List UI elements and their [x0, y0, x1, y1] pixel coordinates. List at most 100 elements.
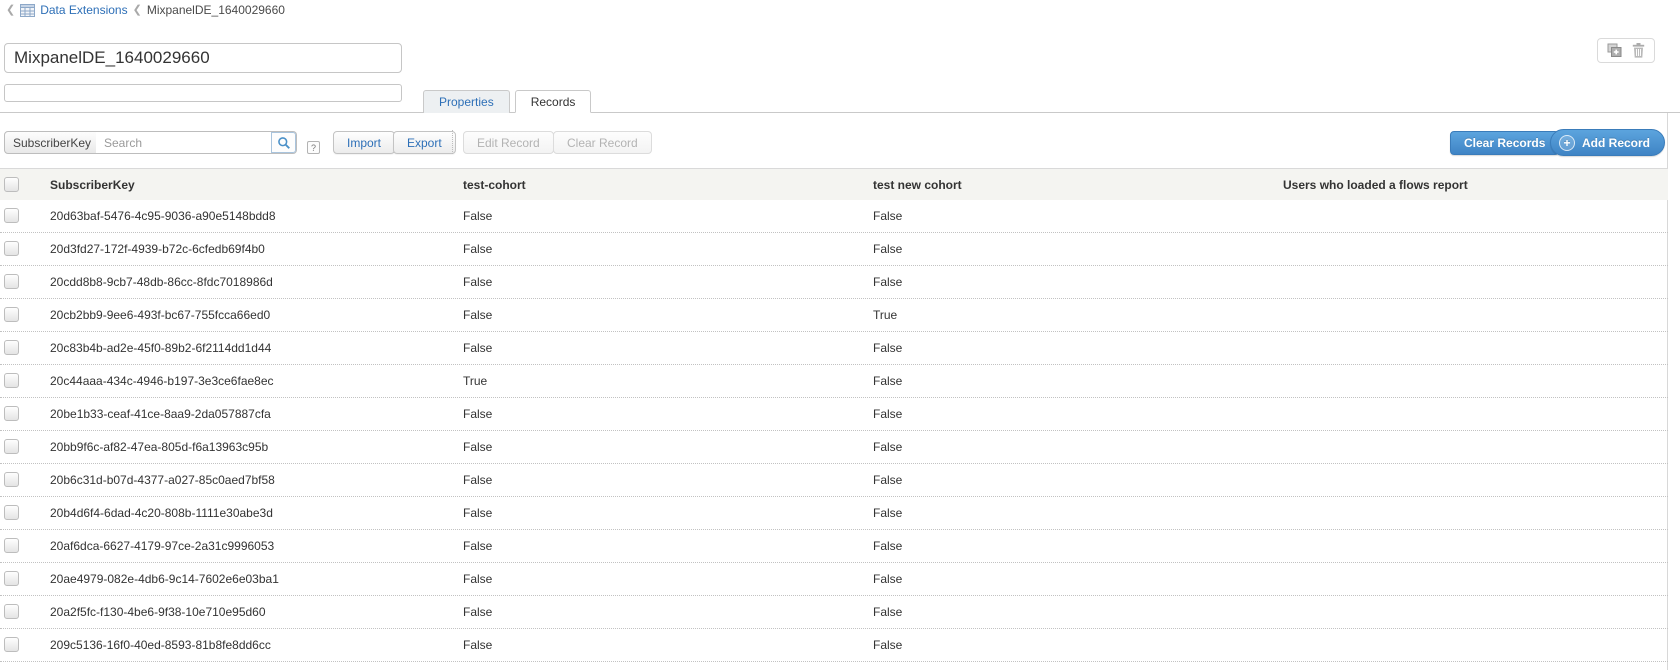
- table-row[interactable]: 20c83b4b-ad2e-45f0-89b2-6f2114dd1d44 Fal…: [0, 332, 1668, 365]
- row-flows-report: [1283, 365, 1668, 397]
- row-checkbox-cell: [0, 200, 46, 232]
- plus-icon: +: [1559, 135, 1575, 151]
- breadcrumb-link-data-extensions[interactable]: Data Extensions: [40, 3, 127, 17]
- copy-icon[interactable]: [1607, 43, 1623, 58]
- row-test-cohort: False: [463, 200, 873, 232]
- row-checkbox[interactable]: [4, 571, 19, 586]
- row-key: 20cb2bb9-9ee6-493f-bc67-755fcca66ed0: [46, 299, 463, 331]
- records-table: SubscriberKey test-cohort test new cohor…: [0, 168, 1668, 662]
- breadcrumb-current: MixpanelDE_1640029660: [147, 3, 285, 17]
- help-icon[interactable]: ?: [307, 141, 320, 154]
- table-row[interactable]: 20b4d6f4-6dad-4c20-808b-1111e30abe3d Fal…: [0, 497, 1668, 530]
- row-test-new-cohort: True: [873, 299, 1283, 331]
- tabbar: Properties Records: [0, 90, 1680, 113]
- row-test-cohort: False: [463, 233, 873, 265]
- table-row[interactable]: 20cdd8b8-9cb7-48db-86cc-8fdc7018986d Fal…: [0, 266, 1668, 299]
- row-test-cohort: False: [463, 431, 873, 463]
- row-flows-report: [1283, 497, 1668, 529]
- row-test-cohort: False: [463, 398, 873, 430]
- toolbar-divider: [452, 130, 453, 154]
- table-row[interactable]: 20af6dca-6627-4179-97ce-2a31c9996053 Fal…: [0, 530, 1668, 563]
- breadcrumb: ❮ Data Extensions ❮ MixpanelDE_164002966…: [6, 2, 285, 18]
- table-row[interactable]: 20b6c31d-b07d-4377-a027-85c0aed7bf58 Fal…: [0, 464, 1668, 497]
- row-checkbox-cell: [0, 464, 46, 496]
- breadcrumb-separator-icon: ❮: [133, 3, 142, 17]
- add-record-label: Add Record: [1582, 136, 1650, 150]
- row-checkbox[interactable]: [4, 208, 19, 223]
- row-test-cohort: False: [463, 596, 873, 628]
- table-row[interactable]: 20cb2bb9-9ee6-493f-bc67-755fcca66ed0 Fal…: [0, 299, 1668, 332]
- row-key: 209c5136-16f0-40ed-8593-81b8fe8dd6cc: [46, 629, 463, 661]
- row-checkbox-cell: [0, 596, 46, 628]
- row-test-new-cohort: False: [873, 563, 1283, 595]
- row-checkbox[interactable]: [4, 604, 19, 619]
- row-checkbox[interactable]: [4, 637, 19, 652]
- row-flows-report: [1283, 596, 1668, 628]
- row-checkbox-cell: [0, 233, 46, 265]
- table-row[interactable]: 209c5136-16f0-40ed-8593-81b8fe8dd6cc Fal…: [0, 629, 1668, 662]
- data-extension-grid-icon: [20, 4, 35, 17]
- edit-record-button[interactable]: Edit Record: [463, 131, 554, 154]
- row-flows-report: [1283, 299, 1668, 331]
- table-row[interactable]: 20d63baf-5476-4c95-9036-a90e5148bdd8 Fal…: [0, 200, 1668, 233]
- records-panel: SubscriberKey ? Import Export Edit Recor…: [0, 113, 1668, 670]
- row-test-cohort: False: [463, 629, 873, 661]
- row-key: 20c83b4b-ad2e-45f0-89b2-6f2114dd1d44: [46, 332, 463, 364]
- row-checkbox-cell: [0, 530, 46, 562]
- row-key: 20ae4979-082e-4db6-9c14-7602e6e03ba1: [46, 563, 463, 595]
- table-row[interactable]: 20bb9f6c-af82-47ea-805d-f6a13963c95b Fal…: [0, 431, 1668, 464]
- table-row[interactable]: 20ae4979-082e-4db6-9c14-7602e6e03ba1 Fal…: [0, 563, 1668, 596]
- row-key: 20b4d6f4-6dad-4c20-808b-1111e30abe3d: [46, 497, 463, 529]
- row-checkbox[interactable]: [4, 373, 19, 388]
- column-header-test-cohort: test-cohort: [463, 169, 873, 200]
- row-checkbox-cell: [0, 563, 46, 595]
- row-test-cohort: False: [463, 464, 873, 496]
- row-flows-report: [1283, 266, 1668, 298]
- row-flows-report: [1283, 530, 1668, 562]
- row-checkbox[interactable]: [4, 472, 19, 487]
- column-header-test-new-cohort: test new cohort: [873, 169, 1283, 200]
- trash-icon[interactable]: [1632, 43, 1645, 58]
- row-key: 20bb9f6c-af82-47ea-805d-f6a13963c95b: [46, 431, 463, 463]
- row-checkbox[interactable]: [4, 538, 19, 553]
- search-button[interactable]: [271, 132, 296, 153]
- clear-record-button[interactable]: Clear Record: [553, 131, 652, 154]
- row-test-cohort: False: [463, 563, 873, 595]
- table-row[interactable]: 20c44aaa-434c-4946-b197-3e3ce6fae8ec Tru…: [0, 365, 1668, 398]
- clear-records-button[interactable]: Clear Records: [1450, 131, 1559, 155]
- row-checkbox[interactable]: [4, 439, 19, 454]
- table-row[interactable]: 20be1b33-ceaf-41ce-8aa9-2da057887cfa Fal…: [0, 398, 1668, 431]
- row-test-new-cohort: False: [873, 629, 1283, 661]
- table-row[interactable]: 20d3fd27-172f-4939-b72c-6cfedb69f4b0 Fal…: [0, 233, 1668, 266]
- data-extension-page: ❮ Data Extensions ❮ MixpanelDE_164002966…: [0, 0, 1680, 670]
- row-checkbox[interactable]: [4, 241, 19, 256]
- row-checkbox[interactable]: [4, 505, 19, 520]
- import-button[interactable]: Import: [333, 131, 395, 154]
- search-input[interactable]: [96, 131, 297, 154]
- tab-records[interactable]: Records: [515, 90, 592, 113]
- row-test-new-cohort: False: [873, 530, 1283, 562]
- row-checkbox[interactable]: [4, 274, 19, 289]
- row-test-new-cohort: False: [873, 497, 1283, 529]
- export-button[interactable]: Export: [393, 131, 456, 154]
- row-checkbox-cell: [0, 398, 46, 430]
- row-test-cohort: False: [463, 332, 873, 364]
- row-checkbox[interactable]: [4, 340, 19, 355]
- back-chevron-icon[interactable]: ❮: [6, 3, 15, 17]
- row-flows-report: [1283, 431, 1668, 463]
- row-checkbox[interactable]: [4, 406, 19, 421]
- add-record-button[interactable]: + Add Record: [1550, 129, 1665, 156]
- row-flows-report: [1283, 563, 1668, 595]
- tab-properties[interactable]: Properties: [423, 90, 510, 113]
- extension-name-input[interactable]: [4, 43, 402, 73]
- row-checkbox[interactable]: [4, 307, 19, 322]
- row-test-cohort: False: [463, 299, 873, 331]
- row-test-new-cohort: False: [873, 596, 1283, 628]
- row-flows-report: [1283, 200, 1668, 232]
- select-all-checkbox[interactable]: [4, 177, 19, 192]
- row-key: 20d3fd27-172f-4939-b72c-6cfedb69f4b0: [46, 233, 463, 265]
- records-table-body: 20d63baf-5476-4c95-9036-a90e5148bdd8 Fal…: [0, 200, 1668, 662]
- table-row[interactable]: 20a2f5fc-f130-4be6-9f38-10e710e95d60 Fal…: [0, 596, 1668, 629]
- search-field-dropdown-label: SubscriberKey: [13, 136, 91, 150]
- row-test-cohort: False: [463, 497, 873, 529]
